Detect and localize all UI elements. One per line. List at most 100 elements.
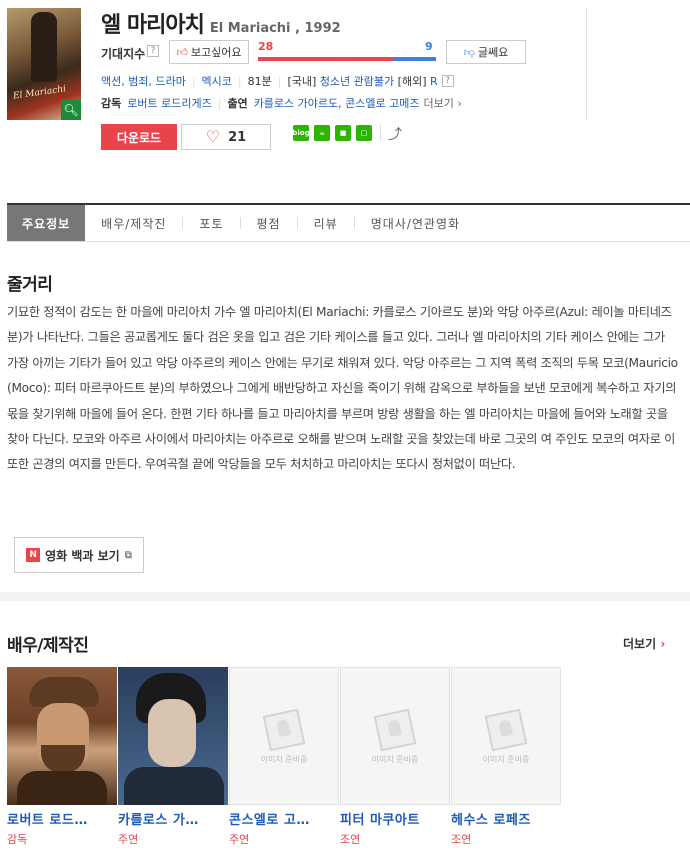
chevron-right-icon: › bbox=[660, 637, 666, 651]
encyclopedia-label: 영화 백과 보기 bbox=[45, 548, 120, 563]
want-to-see-label: 보고싶어요 bbox=[190, 46, 242, 59]
external-link-icon: ⧉ bbox=[124, 549, 132, 561]
placeholder-text: 이미지 준비중 bbox=[260, 755, 308, 764]
me2-share-icon[interactable]: □ bbox=[356, 125, 372, 141]
image-placeholder-icon bbox=[262, 708, 306, 752]
meta-separator: | bbox=[237, 74, 242, 88]
poster-title-text: El Mariachi bbox=[12, 84, 67, 102]
encyclopedia-button[interactable]: N 영화 백과 보기 ⧉ bbox=[14, 537, 144, 573]
want-to-see-button[interactable]: 👍︎ 보고싶어요 bbox=[169, 40, 249, 64]
cast-photo-placeholder[interactable]: 이미지 준비중 bbox=[451, 667, 561, 805]
zoom-icon[interactable]: 🔍︎ bbox=[61, 100, 81, 120]
thumbs-down-icon: 👎︎ bbox=[463, 45, 475, 59]
cast-photo-placeholder[interactable]: 이미지 준비중 bbox=[229, 667, 339, 805]
photo-body bbox=[17, 771, 107, 805]
movie-title: 엘 마리아치 bbox=[101, 13, 205, 38]
crew-separator: | bbox=[217, 96, 222, 110]
placeholder-text: 이미지 준비중 bbox=[482, 755, 530, 764]
country-link[interactable]: 멕시코 bbox=[202, 73, 232, 89]
placeholder-text: 이미지 준비중 bbox=[371, 755, 419, 764]
cast-card[interactable]: 이미지 준비중 콘스엘로 고… 주연 bbox=[229, 667, 339, 847]
tab-quotes-related[interactable]: 명대사/연관영화 bbox=[355, 205, 476, 241]
photo-beard bbox=[41, 745, 85, 773]
runtime: 81분 bbox=[247, 75, 272, 88]
cast-photo[interactable] bbox=[7, 667, 117, 805]
domestic-rating-link[interactable]: 청소년 관람불가 bbox=[320, 73, 394, 89]
chevron-right-icon: › bbox=[453, 97, 462, 110]
not-sure-button[interactable]: 👎︎ 글쎄요 bbox=[446, 40, 526, 64]
cast-card[interactable]: 이미지 준비중 피터 마쿠아트 조연 bbox=[340, 667, 450, 847]
help-icon[interactable]: ? bbox=[147, 45, 159, 57]
thumbs-up-icon: 👍︎ bbox=[176, 45, 188, 59]
cast-section-more-link[interactable]: 더보기 › bbox=[623, 635, 665, 652]
cast-more-link[interactable]: 더보기 › bbox=[423, 95, 461, 111]
cast-role: 조연 bbox=[340, 833, 361, 846]
photo-face bbox=[148, 699, 196, 767]
content-tabs: 주요정보 배우/제작진 포토 평점 리뷰 명대사/연관영화 bbox=[7, 203, 690, 242]
overseas-prefix: [해외] bbox=[397, 75, 427, 88]
share-divider bbox=[380, 125, 381, 141]
movie-poster[interactable]: El Mariachi 🔍︎ bbox=[7, 8, 81, 120]
expectation-label: 기대지수 bbox=[101, 47, 146, 61]
cast-name[interactable]: 콘스엘로 고… bbox=[229, 809, 339, 828]
crew-row: 감독 로버트 로드리게즈 | 출연 카를로스 가야르도, 콘스엘로 고메즈 더보… bbox=[101, 95, 462, 111]
cast-photo[interactable] bbox=[118, 667, 228, 805]
image-placeholder-icon bbox=[484, 708, 528, 752]
meta-separator: | bbox=[277, 74, 282, 88]
share-icons: blog ☕︎ ■ □ bbox=[292, 125, 372, 141]
overseas-rating-link[interactable]: R bbox=[430, 75, 438, 88]
synopsis-text: 기묘한 정적이 감도는 한 마을에 마리아치 가수 엘 마리아치(El Mari… bbox=[7, 305, 678, 472]
heart-icon: ♡ bbox=[205, 127, 221, 146]
meta-row: 액션, 범죄, 드라마 | 멕시코 | 81분 | [국내] 청소년 관람불가 … bbox=[101, 73, 454, 89]
cast-name[interactable]: 피터 마쿠아트 bbox=[340, 809, 450, 828]
cast-card[interactable]: 이미지 준비중 헤수스 로페즈 조연 bbox=[451, 667, 561, 847]
header-divider bbox=[586, 8, 587, 120]
cast-role: 주연 bbox=[229, 833, 250, 846]
domestic-prefix: [국내] bbox=[287, 75, 317, 88]
cafe-share-icon[interactable]: ☕︎ bbox=[314, 125, 330, 141]
bookmark-share-icon[interactable]: ■ bbox=[335, 125, 351, 141]
cast-role: 감독 bbox=[7, 833, 28, 846]
cast-more-label: 더보기 bbox=[423, 97, 454, 110]
cast-role: 조연 bbox=[451, 833, 472, 846]
like-count: 21 bbox=[228, 129, 247, 145]
director-link[interactable]: 로버트 로드리게즈 bbox=[127, 95, 211, 111]
tab-photo[interactable]: 포토 bbox=[183, 205, 239, 241]
cast-card[interactable]: 카를로스 가… 주연 bbox=[118, 667, 228, 847]
cast-photo-placeholder[interactable]: 이미지 준비중 bbox=[340, 667, 450, 805]
synopsis-title: 줄거리 bbox=[7, 275, 53, 295]
photo-body bbox=[124, 767, 224, 805]
poster-figure bbox=[31, 12, 57, 82]
rating-help-icon[interactable]: ? bbox=[441, 75, 454, 87]
meta-separator: | bbox=[191, 74, 196, 88]
cast-section-more-label: 더보기 bbox=[623, 637, 657, 651]
cast-name[interactable]: 로버트 로드… bbox=[7, 809, 117, 828]
blog-share-icon[interactable]: blog bbox=[292, 125, 310, 141]
cast-label: 출연 bbox=[227, 97, 248, 110]
title-row: 엘 마리아치 El Mariachi , 1992 bbox=[101, 7, 341, 39]
cast-card[interactable]: 로버트 로드… 감독 bbox=[7, 667, 117, 847]
cast-role: 주연 bbox=[118, 833, 139, 846]
tab-rating[interactable]: 평점 bbox=[241, 205, 297, 241]
expectation-bar bbox=[258, 57, 436, 61]
tab-main-info[interactable]: 주요정보 bbox=[7, 205, 86, 241]
movie-title-en: El Mariachi , 1992 bbox=[209, 21, 341, 36]
tab-cast-crew[interactable]: 배우/제작진 bbox=[85, 205, 182, 241]
tab-review[interactable]: 리뷰 bbox=[298, 205, 354, 241]
cast-links[interactable]: 카를로스 가야르도, 콘스엘로 고메즈 bbox=[254, 95, 420, 111]
expectation-bar-negative bbox=[392, 57, 436, 61]
section-divider bbox=[0, 592, 690, 601]
download-button[interactable]: 다운로드 bbox=[101, 124, 177, 150]
like-button[interactable]: ♡ 21 bbox=[181, 124, 271, 150]
cast-name[interactable]: 카를로스 가… bbox=[118, 809, 228, 828]
no-count: 9 bbox=[425, 40, 433, 53]
naver-logo-icon: N bbox=[26, 548, 41, 562]
cast-section-title: 배우/제작진 bbox=[7, 636, 89, 656]
share-out-icon[interactable]: ⤴︎ bbox=[388, 124, 402, 144]
want-count: 28 bbox=[258, 40, 274, 53]
not-sure-label: 글쎄요 bbox=[477, 46, 509, 59]
cast-name[interactable]: 헤수스 로페즈 bbox=[451, 809, 561, 828]
director-label: 감독 bbox=[101, 97, 122, 110]
genre-link[interactable]: 액션, 범죄, 드라마 bbox=[101, 73, 186, 89]
image-placeholder-icon bbox=[373, 708, 417, 752]
